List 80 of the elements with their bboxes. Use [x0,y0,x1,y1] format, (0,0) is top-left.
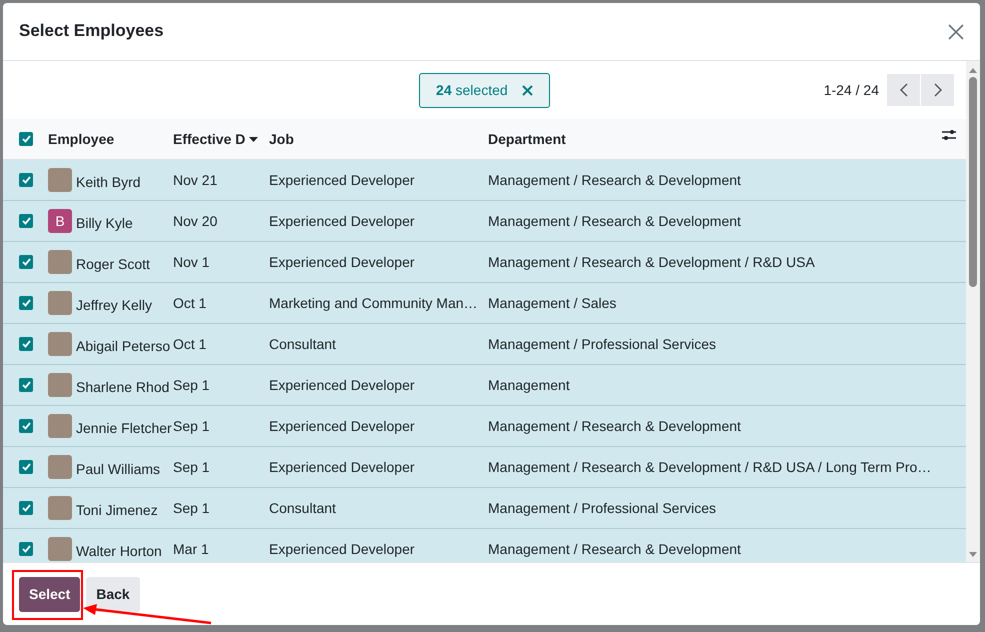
employee-name: Jeffrey Kelly [76,296,152,315]
pager-range[interactable]: 1-24 / 24 [824,80,879,100]
date-cell: Sep 1 [173,376,210,392]
department-cell: Management / Professional Services [488,500,716,516]
checkbox[interactable] [19,501,33,515]
job-cell: Consultant [269,500,336,516]
checkbox[interactable] [19,542,33,556]
employee-name: Sharlene Rhod [76,378,170,396]
photo-placeholder [48,537,72,561]
department-cell: Management / Research & Development [488,172,741,188]
date-cell: Sep 1 [173,458,210,474]
department-cell: Management / Research & Development [488,418,741,434]
column-header[interactable]: Effective D [173,128,246,150]
job-cell: Experienced Developer [269,540,415,556]
close-icon[interactable] [948,24,964,40]
department-cell: Management [488,376,570,392]
department-cell: Management / Research & Development [488,540,741,556]
job-cell: Marketing and Community Man… [269,294,478,310]
employee-name: Roger Scott [76,254,150,274]
scroll-up-icon[interactable] [969,67,977,73]
checkbox[interactable] [19,255,33,269]
job-cell: Experienced Developer [269,418,415,434]
employee-name: Paul Williams [76,460,160,478]
date-cell: Mar 1 [173,540,209,556]
employee-name: Keith Byrd [76,172,141,192]
scroll-down-icon[interactable] [969,552,977,558]
photo-placeholder [48,250,72,274]
photo-placeholder [48,291,72,315]
photo-placeholder [48,455,72,479]
checkbox[interactable] [19,460,33,474]
column-header[interactable]: Department [488,128,566,150]
department-cell: Management / Research & Development [488,212,741,228]
date-cell: Sep 1 [173,418,210,434]
dialog-title: Select Employees [19,21,164,42]
date-cell: Sep 1 [173,500,210,516]
date-cell: Nov 20 [173,212,218,228]
employee-name: Billy Kyle [76,214,133,233]
job-cell: Experienced Developer [269,458,415,474]
scrollbar[interactable] [966,61,980,562]
department-cell: Management / Sales [488,294,616,310]
column-header[interactable]: Employee [48,128,114,150]
photo-placeholder [48,496,72,520]
checkbox[interactable] [19,132,33,146]
employee-name: Toni Jimenez [76,500,158,520]
column-header[interactable]: Job [269,130,294,146]
job-cell: Experienced Developer [269,376,415,392]
selection-badge[interactable]: 24 selected [419,72,550,108]
scrollbar-thumb[interactable] [969,77,977,287]
department-cell: Management / Professional Services [488,336,716,352]
back-button[interactable]: Back [86,576,140,612]
employee-name: Jennie Fletcher [76,418,172,438]
photo-placeholder [48,332,72,356]
job-cell: Experienced Developer [269,212,415,228]
employee-name: Abigail Peterso [76,336,170,356]
chevron-left-icon [900,83,908,97]
job-cell: Experienced Developer [269,172,415,188]
avatar-initial: B [48,209,72,233]
employee-name: Walter Horton [76,542,162,560]
checkbox[interactable] [19,214,33,228]
date-cell: Oct 1 [173,336,206,352]
checkbox[interactable] [19,419,33,433]
job-cell: Consultant [269,336,336,352]
checkbox[interactable] [19,173,33,187]
photo-placeholder [48,414,72,438]
checkbox[interactable] [19,296,33,310]
job-cell: Experienced Developer [269,254,415,270]
department-cell: Management / Research & Development / R&D USA / Long Term Pro… [488,458,932,474]
highlight-frame [12,570,83,620]
date-cell: Nov 1 [173,254,210,270]
selection-count: 24 selected [436,80,508,100]
date-cell: Nov 21 [173,172,218,188]
select-button[interactable]: Select [19,576,80,612]
photo-placeholder [48,373,72,397]
chevron-right-icon [934,83,942,97]
close-icon[interactable] [522,84,533,96]
checkbox[interactable] [19,378,33,392]
date-cell: Oct 1 [173,294,206,310]
photo-placeholder [48,168,72,192]
checkbox[interactable] [19,337,33,351]
department-cell: Management / Research & Development / R&D USA [488,254,815,270]
